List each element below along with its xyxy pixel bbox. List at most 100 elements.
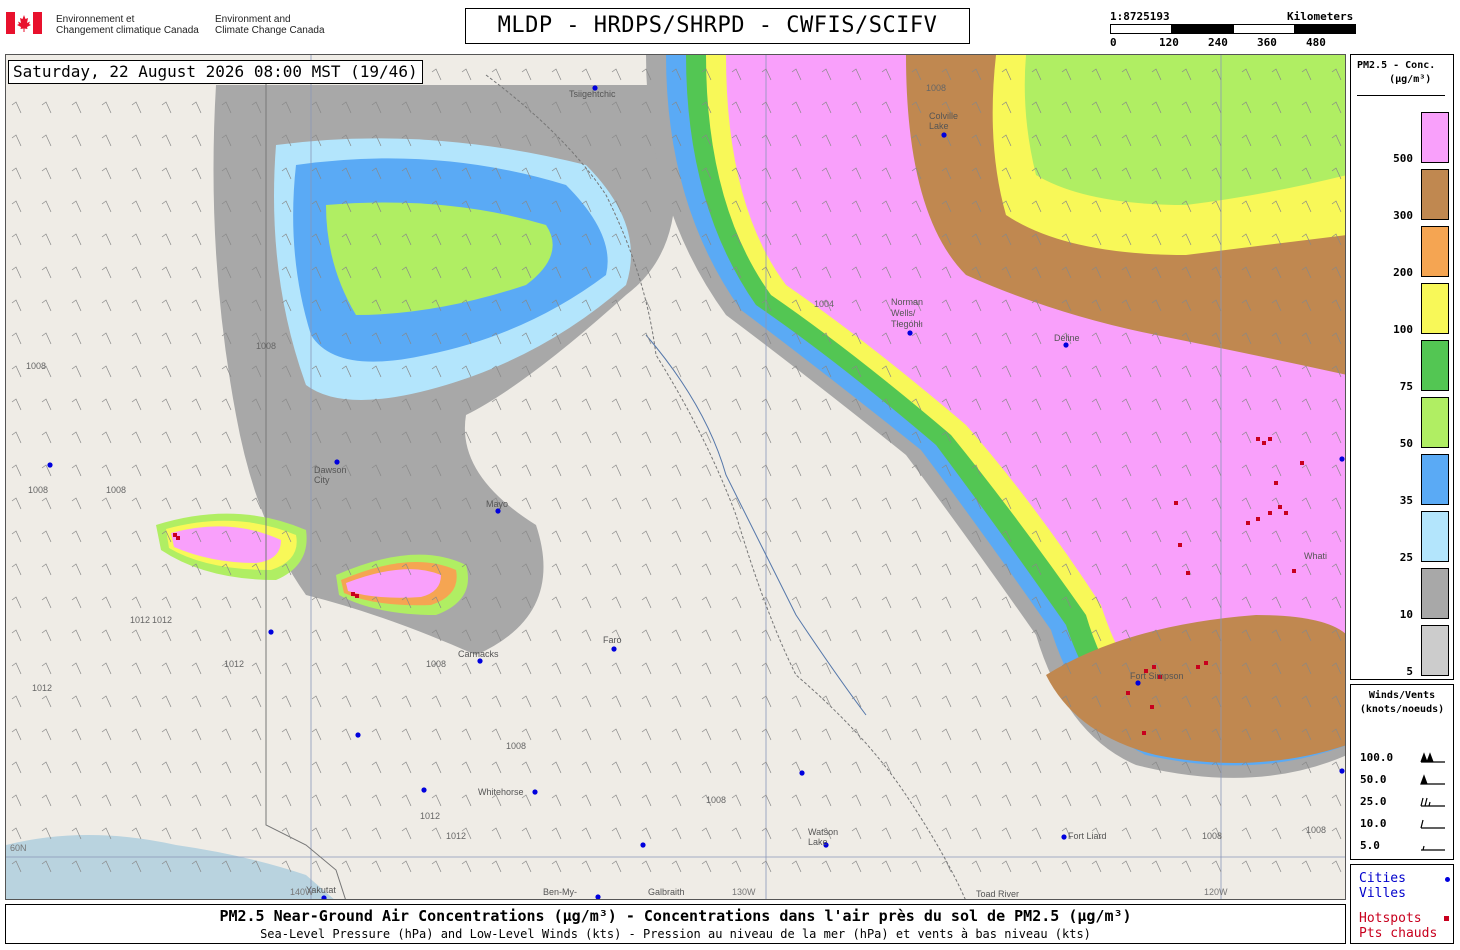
wind-barb (551, 497, 562, 510)
wind-barb (1151, 860, 1162, 873)
wind-barb (641, 860, 652, 873)
wind-barb (11, 101, 22, 114)
wind-barb (851, 431, 862, 444)
wind-barb (821, 530, 832, 543)
city-label-fort-simpson: Fort Simpson (1130, 671, 1184, 681)
city-label-dawson-city: Dawson City (314, 465, 347, 485)
city-label-whati: Whati (1304, 551, 1328, 561)
pm25-legend: PM2.5 - Conc. (µg/m³) 500 300 200 100 75 50 35… (1350, 54, 1454, 680)
wind-barb (611, 794, 622, 807)
wind-barb (161, 167, 172, 180)
wind-barb (911, 629, 922, 642)
isobar-label: 1008 (1202, 831, 1223, 841)
wind-barb (1331, 827, 1342, 840)
wind-barb (611, 662, 622, 675)
wind-barb (371, 728, 382, 741)
wind-barb (581, 761, 592, 774)
wind-barb (611, 596, 622, 609)
wind-barb (551, 629, 562, 642)
wind-level: 100.0 (1360, 751, 1394, 764)
wind-barb (41, 728, 52, 741)
wind-barb (761, 860, 772, 873)
wind-barb (161, 200, 172, 213)
wind-barb (1211, 794, 1222, 807)
wind-barb (611, 860, 622, 873)
wind-barb (701, 761, 712, 774)
city-marker (495, 508, 501, 514)
wind-barb (611, 827, 622, 840)
wind-barb (71, 464, 82, 477)
map-viewport[interactable]: Tsiigehtchic Colville Lake Norman Wells/… (5, 54, 1346, 900)
wind-barb (671, 332, 682, 345)
wind-barb (101, 497, 112, 510)
wind-barb (731, 860, 742, 873)
wind-barb (11, 827, 22, 840)
wind-barb (101, 233, 112, 246)
isobar-label: 1012 (152, 615, 173, 625)
wind-barb (161, 332, 172, 345)
wind-barb (311, 794, 322, 807)
wind-barb (881, 596, 892, 609)
city-label-ben-my: Ben-My- (543, 887, 578, 897)
wind-barb (641, 761, 652, 774)
wind-barb (521, 68, 532, 81)
map-canvas[interactable] (6, 55, 1346, 900)
hotspot-marker (1292, 569, 1296, 573)
wind-barb (191, 794, 202, 807)
wind-barb (851, 794, 862, 807)
wind-barb (701, 629, 712, 642)
wind-barb (41, 662, 52, 675)
wind-barb (551, 728, 562, 741)
wind-barb (131, 761, 142, 774)
wind-barb (1271, 794, 1282, 807)
wind-barb (911, 662, 922, 675)
wind-barb (641, 596, 652, 609)
wind-barb (491, 728, 502, 741)
wind-barb (281, 662, 292, 675)
wind-barb (11, 200, 22, 213)
wind-barb (341, 695, 352, 708)
wind-title-line1: Winds/Vents (1368, 690, 1436, 701)
wind-barb (11, 629, 22, 642)
wind-barb (71, 101, 82, 114)
wind-barb (161, 299, 172, 312)
wind-barb (521, 629, 532, 642)
wind-barb (191, 497, 202, 510)
wind-barb (881, 530, 892, 543)
wind-barb (71, 563, 82, 576)
wind-barb (221, 629, 232, 642)
wind-barb (191, 761, 202, 774)
wind-barb (71, 233, 82, 246)
pm25-level-label: 25 (1399, 551, 1413, 564)
wind-barb (71, 398, 82, 411)
isobar-label: 1008 (106, 485, 127, 495)
wind-barb (41, 134, 52, 147)
wind-barb (761, 629, 772, 642)
city-label-whitehorse: Whitehorse (478, 787, 524, 797)
city-marker (421, 787, 427, 793)
wind-barb (641, 365, 652, 378)
wind-barb (671, 497, 682, 510)
wind-barb (731, 365, 742, 378)
wind-barb (491, 398, 502, 411)
wind-barb (161, 629, 172, 642)
wind-barb (761, 530, 772, 543)
hotspot-marker (1142, 731, 1146, 735)
wind-barb (731, 398, 742, 411)
wind-barb (161, 464, 172, 477)
wind-barb (191, 464, 202, 477)
wind-barb (71, 761, 82, 774)
wind-barb (911, 827, 922, 840)
wind-legend: Winds/Vents (knots/noeuds) 100.0 50.0 25… (1350, 684, 1454, 860)
wind-barb (581, 794, 592, 807)
wind-barb (161, 662, 172, 675)
city-marker (1063, 342, 1069, 348)
wind-barb (941, 761, 952, 774)
wind-barb (401, 629, 412, 642)
wind-barb (1181, 794, 1192, 807)
city-marker (907, 330, 913, 336)
wind-barb (11, 299, 22, 312)
wind-barb (341, 827, 352, 840)
wind-barb (641, 629, 652, 642)
wind-barb (1271, 860, 1282, 873)
